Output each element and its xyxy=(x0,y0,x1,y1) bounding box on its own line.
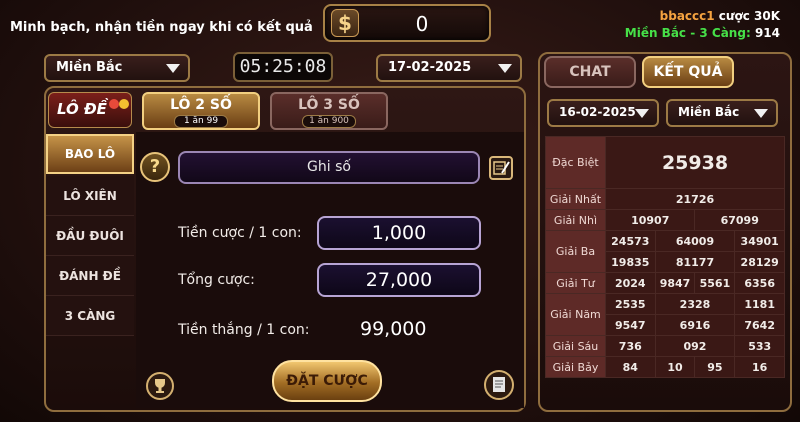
prize-value: 736 xyxy=(605,335,656,357)
tab-lo-3-so[interactable]: LÔ 3 SỐ 1 ăn 900 xyxy=(270,92,388,130)
ball-icon xyxy=(109,99,119,109)
prize-value: 9847 xyxy=(654,272,696,294)
prize-value: 10 xyxy=(654,356,696,378)
prize-value: 19835 xyxy=(605,251,656,273)
table-row: Giải Sáu 736 092 533 xyxy=(545,335,785,357)
bet-per-input[interactable]: 1,000 xyxy=(317,216,481,250)
number-input[interactable]: Ghi số xyxy=(178,151,480,184)
edit-icon[interactable] xyxy=(489,156,513,180)
result-region-value: Miền Bắc xyxy=(678,105,740,119)
prize-value: 64009 xyxy=(654,230,736,252)
table-row: Đặc Biệt 25938 xyxy=(545,136,785,189)
countdown-timer: 05:25:08 xyxy=(233,52,333,82)
prize-value: 9547 xyxy=(605,314,656,336)
region-select[interactable]: Miền Bắc xyxy=(44,54,190,82)
total-label: Tổng cược: xyxy=(178,272,255,288)
balance-box: $ 0 xyxy=(323,4,491,42)
sidebar-item-dau-duoi[interactable]: ĐẦU ĐUÔI xyxy=(46,216,134,256)
dollar-icon: $ xyxy=(331,9,359,37)
date-select-value: 17-02-2025 xyxy=(388,60,472,75)
tab-odds: 1 ăn 900 xyxy=(302,115,356,128)
prize-value: 67099 xyxy=(694,209,785,231)
recent-bet-ticker: bbaccc1 cược 30K Miền Bắc - 3 Càng: 914 xyxy=(625,8,780,42)
prize-value: 533 xyxy=(734,335,785,357)
ticker-amount: 30K xyxy=(754,9,780,23)
trophy-icon[interactable] xyxy=(146,372,174,400)
caret-down-icon xyxy=(166,64,180,73)
caret-down-icon xyxy=(635,109,649,118)
results-table: Đặc Biệt 25938 Giải Nhất 21726 Giải Nhì … xyxy=(545,136,785,378)
caret-down-icon xyxy=(498,64,512,73)
prize-value: 6916 xyxy=(654,314,736,336)
region-select-value: Miền Bắc xyxy=(56,60,123,75)
prize-value: 2535 xyxy=(605,293,656,315)
prize-value: 5561 xyxy=(694,272,736,294)
prize-value: 95 xyxy=(694,356,736,378)
prize-value: 21726 xyxy=(605,188,785,210)
table-row: Giải Bảy 84 10 95 16 xyxy=(545,356,785,378)
total-value-box: 27,000 xyxy=(317,263,481,297)
prize-label: Giải Ba xyxy=(545,230,606,273)
prize-value: 6356 xyxy=(734,272,785,294)
tab-ket-qua[interactable]: KẾT QUẢ xyxy=(642,56,734,88)
table-row: Giải Ba 24573 64009 34901 xyxy=(545,230,785,273)
special-prize-value: 25938 xyxy=(605,136,785,189)
sidebar-item-danh-de[interactable]: ĐÁNH ĐỀ xyxy=(46,256,134,296)
sidebar-item-lo-xien[interactable]: LÔ XIÊN xyxy=(46,176,134,216)
prize-label: Đặc Biệt xyxy=(545,136,606,189)
prize-value: 7642 xyxy=(734,314,785,336)
result-date-select[interactable]: 16-02-2025 xyxy=(547,99,659,127)
prize-label: Giải Tư xyxy=(545,272,606,294)
prize-value: 81177 xyxy=(654,251,736,273)
result-region-select[interactable]: Miền Bắc xyxy=(666,99,778,127)
prize-label: Giải Nhất xyxy=(545,188,606,210)
prize-value: 24573 xyxy=(605,230,656,252)
table-row: Giải Tư 2024 9847 5561 6356 xyxy=(545,272,785,294)
place-bet-button[interactable]: ĐẶT CƯỢC xyxy=(272,360,382,402)
lode-logo: LÔ ĐỀ xyxy=(48,92,132,128)
win-label: Tiền thắng / 1 con: xyxy=(178,322,310,338)
caret-down-icon xyxy=(754,109,768,118)
prize-value: 092 xyxy=(654,335,736,357)
bet-per-label: Tiền cược / 1 con: xyxy=(178,225,302,241)
prize-label: Giải Năm xyxy=(545,293,606,336)
ticker-value: 914 xyxy=(754,26,780,40)
prize-value: 1181 xyxy=(734,293,785,315)
win-value: 99,000 xyxy=(360,318,427,340)
prize-value: 28129 xyxy=(734,251,785,273)
prize-label: Giải Sáu xyxy=(545,335,606,357)
tab-chat[interactable]: CHAT xyxy=(544,56,636,88)
help-icon[interactable]: ? xyxy=(140,152,170,182)
tab-odds: 1 ăn 99 xyxy=(174,115,228,128)
tab-lo-2-so[interactable]: LÔ 2 SỐ 1 ăn 99 xyxy=(142,92,260,130)
date-select[interactable]: 17-02-2025 xyxy=(376,54,522,82)
tagline: Minh bạch, nhận tiền ngay khi có kết quả xyxy=(10,20,313,35)
prize-label: Giải Bảy xyxy=(545,356,606,378)
ticker-user: bbaccc1 xyxy=(659,9,715,23)
sidebar-item-bao-lo[interactable]: BAO LÔ xyxy=(46,134,134,174)
table-row: Giải Nhất 21726 xyxy=(545,188,785,210)
tab-label: LÔ 3 SỐ xyxy=(298,97,360,113)
tab-label: LÔ 2 SỐ xyxy=(170,97,232,113)
result-date-value: 16-02-2025 xyxy=(559,105,636,119)
prize-value: 84 xyxy=(605,356,656,378)
ticker-region: Miền Bắc - 3 Càng: xyxy=(624,26,751,40)
prize-label: Giải Nhì xyxy=(545,209,606,231)
ticker-action: cược xyxy=(718,9,750,23)
balance-amount: 0 xyxy=(415,12,429,36)
logo-text: LÔ ĐỀ xyxy=(57,100,107,118)
sidebar-item-3-cang[interactable]: 3 CÀNG xyxy=(46,296,134,336)
table-row: Giải Năm 2535 2328 1181 xyxy=(545,293,785,336)
ball-icon xyxy=(119,99,129,109)
prize-value: 10907 xyxy=(604,209,696,231)
prize-value: 2328 xyxy=(654,293,736,315)
prize-value: 34901 xyxy=(734,230,785,252)
prize-value: 16 xyxy=(734,356,785,378)
table-row: Giải Nhì 10907 67099 xyxy=(545,209,785,231)
receipt-icon[interactable] xyxy=(484,370,514,400)
prize-value: 2024 xyxy=(605,272,656,294)
